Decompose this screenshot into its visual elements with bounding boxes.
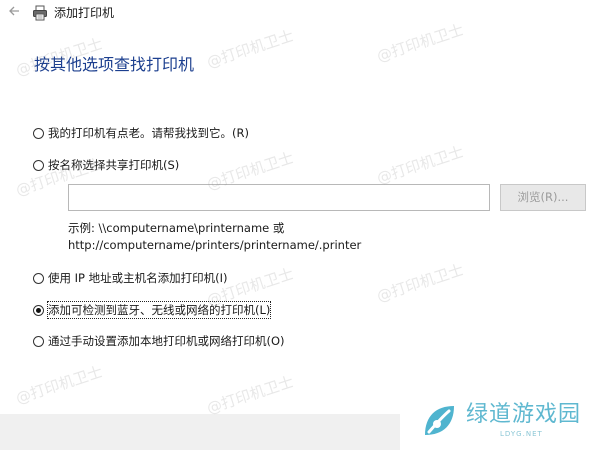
arrow-left-icon	[9, 6, 19, 16]
watermark: @打印机卫士	[204, 372, 296, 418]
radio-button[interactable]	[33, 127, 44, 139]
watermark: @打印机卫士	[374, 260, 466, 306]
radio-button-selected[interactable]	[33, 304, 44, 316]
printer-icon	[33, 5, 47, 21]
brand-name: 绿道游戏园	[466, 402, 582, 427]
option-label: 按名称选择共享打印机(S)	[48, 158, 180, 172]
example-text-line1: 示例: \\computername\printername 或	[68, 221, 285, 235]
window-title: 添加打印机	[54, 6, 115, 20]
browse-button[interactable]: 浏览(R)...	[500, 184, 586, 211]
watermark: @打印机卫士	[374, 142, 466, 188]
option-bluetooth-wireless-network[interactable]: 添加可检测到蓝牙、无线或网络的打印机(L)	[33, 301, 272, 319]
option-label: 我的打印机有点老。请帮我找到它。(R)	[48, 126, 249, 140]
title-bar: 添加打印机	[0, 0, 600, 28]
radio-button[interactable]	[33, 159, 44, 171]
option-manual-local-network[interactable]: 通过手动设置添加本地打印机或网络打印机(O)	[33, 332, 285, 350]
option-old-printer[interactable]: 我的打印机有点老。请帮我找到它。(R)	[33, 124, 249, 142]
radio-button[interactable]	[33, 335, 44, 347]
watermark: @打印机卫士	[13, 362, 105, 408]
option-label: 添加可检测到蓝牙、无线或网络的打印机(L)	[46, 301, 272, 319]
shared-printer-name-input[interactable]	[68, 184, 490, 211]
option-label: 使用 IP 地址或主机名添加打印机(I)	[48, 271, 228, 285]
page-title: 按其他选项查找打印机	[34, 55, 195, 74]
example-text-line2: http://computername/printers/printername…	[68, 238, 362, 252]
brand-domain: LDYG.NET	[500, 430, 543, 438]
radio-button[interactable]	[33, 272, 44, 284]
option-ip-hostname[interactable]: 使用 IP 地址或主机名添加打印机(I)	[33, 269, 228, 287]
option-label: 通过手动设置添加本地打印机或网络打印机(O)	[48, 334, 285, 348]
watermark: @打印机卫士	[204, 26, 296, 72]
leaf-logo-icon	[425, 406, 454, 435]
option-shared-printer-by-name[interactable]: 按名称选择共享打印机(S)	[33, 156, 179, 174]
back-button[interactable]	[4, 4, 24, 22]
brand-logo-area: 绿道游戏园 LDYG.NET	[400, 388, 600, 450]
